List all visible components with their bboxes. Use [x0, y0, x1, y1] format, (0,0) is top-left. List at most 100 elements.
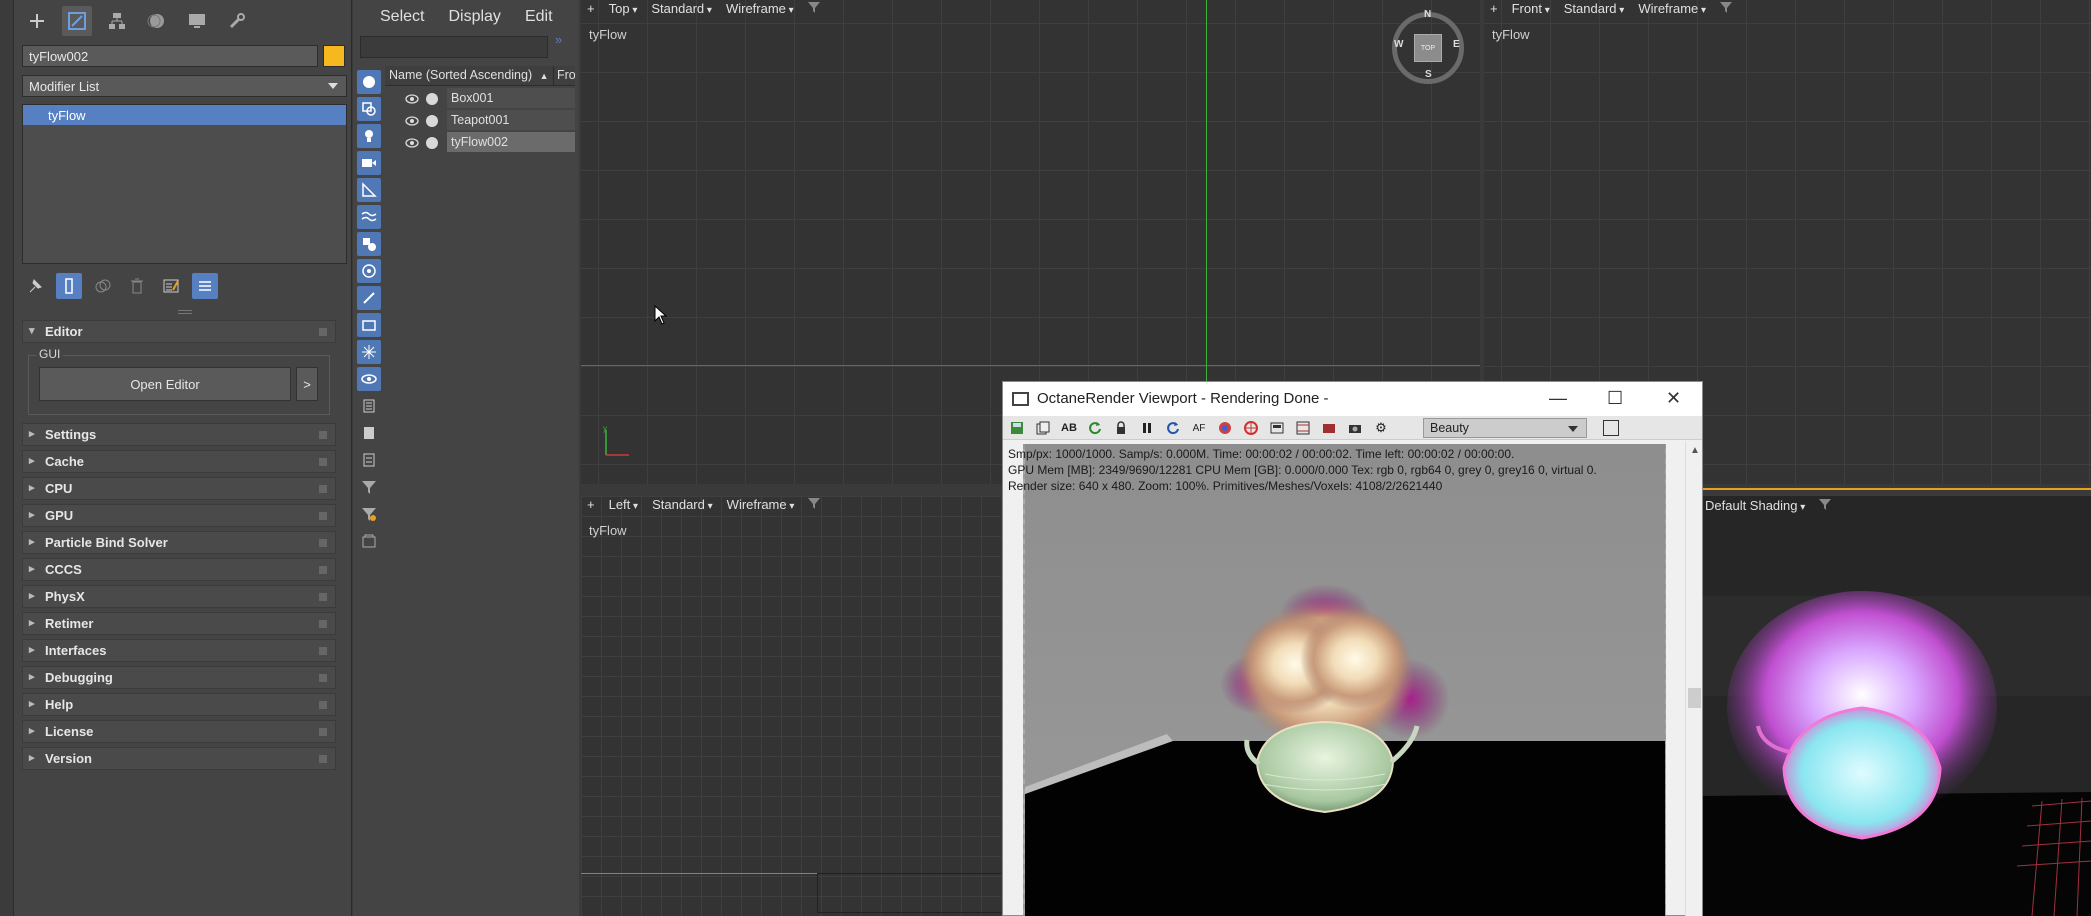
window-titlebar[interactable]: OctaneRender Viewport - Rendering Done -… — [1003, 382, 1702, 416]
viewcube-face[interactable]: TOP — [1414, 34, 1442, 62]
render-toggle-icon[interactable] — [426, 93, 438, 105]
visibility-eye-icon[interactable] — [405, 137, 419, 152]
expand-toolbar-icon[interactable]: » — [555, 32, 562, 47]
name-column-label[interactable]: Name (Sorted Ascending) — [389, 68, 532, 82]
menu-select[interactable]: Select — [372, 6, 432, 28]
save-render-icon[interactable] — [1009, 420, 1025, 436]
filter-icon[interactable] — [357, 475, 381, 499]
render-vertical-scrollbar[interactable]: ▲ — [1685, 441, 1702, 916]
second-column-label[interactable]: Fro — [557, 68, 575, 82]
refresh-icon[interactable] — [1165, 420, 1181, 436]
display-tab-icon[interactable] — [182, 6, 212, 36]
display-lights-icon[interactable] — [357, 124, 381, 148]
maximize-button[interactable]: ☐ — [1607, 388, 1623, 409]
motion-tab-icon[interactable] — [142, 6, 172, 36]
pause-render-icon[interactable] — [1139, 420, 1155, 436]
close-button[interactable]: ✕ — [1666, 388, 1681, 409]
layer-icon[interactable] — [357, 529, 381, 553]
list-item[interactable]: Teapot001 — [385, 110, 575, 132]
copy-render-icon[interactable] — [1035, 420, 1051, 436]
render-toggle-icon[interactable] — [426, 137, 438, 149]
viewport-shading-menu[interactable]: Standard — [1564, 1, 1625, 21]
rollout-cache[interactable]: Cache — [22, 450, 336, 473]
hierarchy-tab-icon[interactable] — [102, 6, 132, 36]
display-shapes-icon[interactable] — [357, 97, 381, 121]
octane-render-window[interactable]: OctaneRender Viewport - Rendering Done -… — [1002, 381, 1703, 916]
pass-options-icon[interactable] — [1603, 420, 1619, 436]
viewport-perspective[interactable]: Default Shading — [1702, 496, 2091, 916]
menu-display[interactable]: Display — [440, 6, 508, 28]
ab-compare-icon[interactable]: AB — [1061, 420, 1077, 436]
viewport-shading-menu[interactable]: Standard — [652, 497, 713, 517]
explorer-column-header[interactable]: Name (Sorted Ascending) ▲ Fro — [385, 66, 575, 86]
viewport-display-mode-menu[interactable]: Wireframe — [1638, 1, 1706, 21]
utilities-tab-icon[interactable] — [222, 6, 252, 36]
camera-snapshot-icon[interactable] — [1347, 420, 1363, 436]
rollout-cpu[interactable]: CPU — [22, 477, 336, 500]
open-editor-button[interactable]: Open Editor — [39, 367, 291, 401]
pin-stack-icon[interactable] — [22, 273, 48, 299]
viewport-left[interactable]: + Left Standard Wireframe tyFlow — [581, 496, 1001, 916]
minimize-button[interactable]: — — [1549, 388, 1567, 409]
rollout-help[interactable]: Help — [22, 693, 336, 716]
scroll-up-icon[interactable]: ▲ — [1690, 445, 1700, 456]
list-item[interactable]: Box001 — [385, 88, 575, 110]
display-space-warps-icon[interactable] — [357, 205, 381, 229]
rollout-cccs[interactable]: CCCS — [22, 558, 336, 581]
display-cameras-icon[interactable] — [357, 151, 381, 175]
focus-picker-icon[interactable]: AF — [1191, 420, 1207, 436]
visibility-eye-icon[interactable] — [405, 93, 419, 108]
viewport-display-mode-menu[interactable]: Wireframe — [726, 1, 794, 21]
object-name-label[interactable]: Box001 — [447, 88, 557, 108]
display-groups-icon[interactable] — [357, 232, 381, 256]
list-item-selected[interactable]: tyFlow002 — [385, 132, 575, 154]
restart-render-icon[interactable] — [1087, 420, 1103, 436]
film-region-icon[interactable] — [1295, 420, 1311, 436]
modifier-list-dropdown[interactable]: Modifier List — [22, 75, 347, 97]
modify-tab-icon[interactable] — [62, 6, 92, 36]
object-name-label[interactable]: tyFlow002 — [447, 132, 557, 152]
stack-list-icon[interactable] — [192, 273, 218, 299]
display-geometry-icon[interactable] — [357, 70, 381, 94]
make-unique-icon[interactable] — [90, 273, 116, 299]
display-none-icon[interactable] — [357, 421, 381, 445]
filter-selection-icon[interactable] — [357, 502, 381, 526]
display-frozen-icon[interactable] — [357, 340, 381, 364]
render-toggle-icon[interactable] — [426, 115, 438, 127]
rollout-license[interactable]: License — [22, 720, 336, 743]
invert-display-icon[interactable] — [357, 448, 381, 472]
scene-explorer-search-input[interactable] — [360, 36, 548, 58]
viewport-filter-icon[interactable] — [1720, 1, 1733, 21]
object-name-label[interactable]: Teapot001 — [447, 110, 557, 130]
display-helpers-icon[interactable] — [357, 178, 381, 202]
object-name-field[interactable]: tyFlow002 — [22, 45, 318, 67]
settings-gear-icon[interactable]: ⚙ — [1373, 420, 1389, 436]
panel-resize-grip[interactable] — [178, 310, 192, 314]
rollout-settings[interactable]: Settings — [22, 423, 336, 446]
viewport-point-of-view-menu[interactable]: Top — [609, 1, 638, 21]
display-hidden-icon[interactable] — [357, 367, 381, 391]
viewport-plus-menu[interactable]: + — [587, 497, 595, 517]
display-containers-icon[interactable] — [357, 313, 381, 337]
rollout-version[interactable]: Version — [22, 747, 336, 770]
rollout-debugging[interactable]: Debugging — [22, 666, 336, 689]
display-xrefs-icon[interactable] — [357, 259, 381, 283]
material-picker-icon[interactable] — [1217, 420, 1233, 436]
viewport-filter-icon[interactable] — [808, 497, 821, 517]
viewport-filter-icon[interactable] — [807, 1, 820, 21]
editor-more-button[interactable]: > — [296, 367, 318, 401]
viewport-plus-menu[interactable]: + — [1490, 1, 1498, 21]
viewport-shading-menu[interactable]: Standard — [651, 1, 712, 21]
modifier-stack-item[interactable]: tyFlow — [23, 105, 346, 125]
region-render-icon[interactable] — [1269, 420, 1285, 436]
rollout-physx[interactable]: PhysX — [22, 585, 336, 608]
remove-modifier-icon[interactable] — [124, 273, 150, 299]
viewport-point-of-view-menu[interactable]: Front — [1512, 1, 1550, 21]
rollout-particle-bind-solver[interactable]: Particle Bind Solver — [22, 531, 336, 554]
viewport-plus-menu[interactable]: + — [587, 1, 595, 21]
object-picker-icon[interactable] — [1243, 420, 1259, 436]
viewcube[interactable]: TOP N S E W — [1392, 9, 1464, 84]
visibility-eye-icon[interactable] — [405, 115, 419, 130]
display-all-icon[interactable] — [357, 394, 381, 418]
viewport-point-of-view-menu[interactable]: Left — [609, 497, 639, 517]
